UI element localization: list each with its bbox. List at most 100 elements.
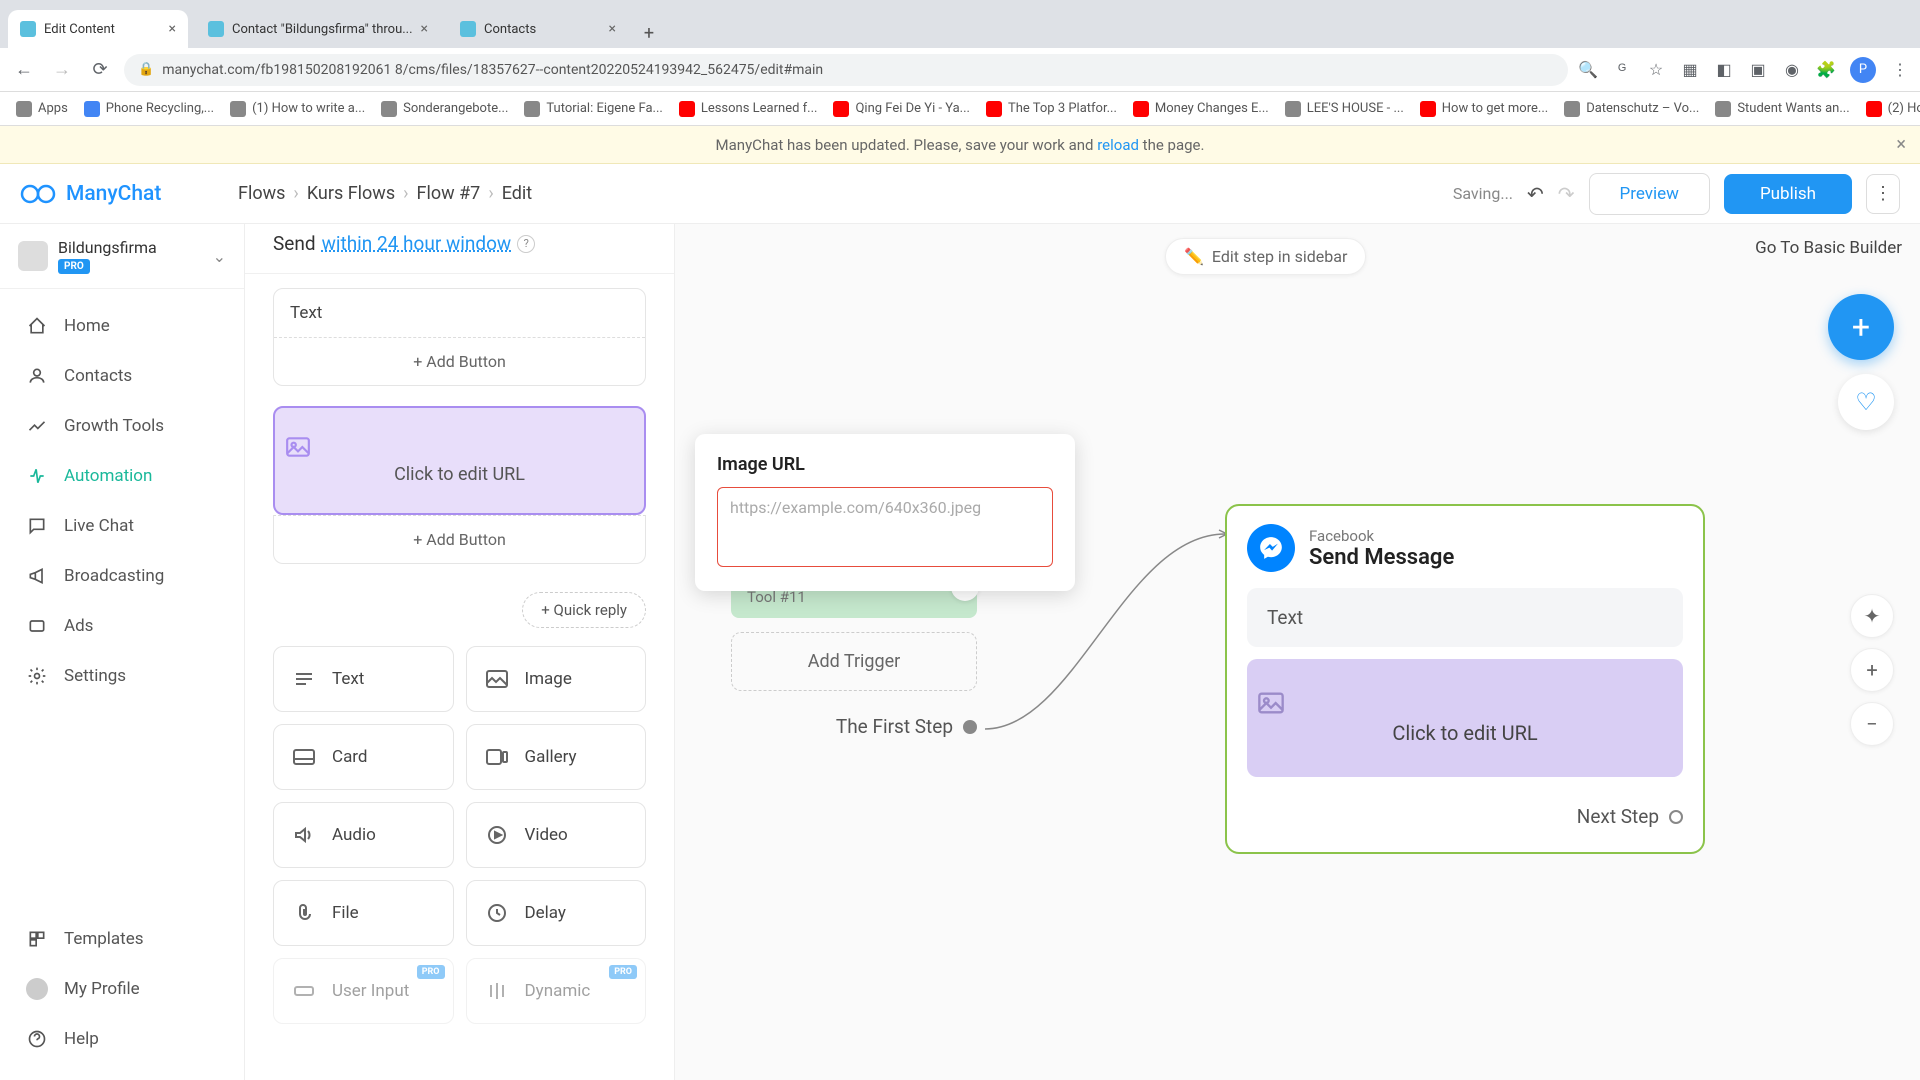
flow-canvas[interactable]: ✏️ Edit step in sidebar Go To Basic Buil… — [675, 224, 1920, 1080]
connection-out-dot[interactable] — [963, 720, 977, 734]
step-label: The First Step — [836, 715, 953, 738]
tile-user-input[interactable]: PROUser Input — [273, 958, 454, 1024]
tile-dynamic[interactable]: PRODynamic — [466, 958, 647, 1024]
tile-delay[interactable]: Delay — [466, 880, 647, 946]
tile-video[interactable]: Video — [466, 802, 647, 868]
bookmark-icon — [833, 101, 849, 117]
sidebar-item-automation[interactable]: Automation — [0, 451, 244, 501]
add-step-fab[interactable]: + — [1828, 294, 1894, 360]
extension-icon[interactable]: ▣ — [1748, 60, 1768, 80]
tile-image[interactable]: Image — [466, 646, 647, 712]
sidebar-item-profile[interactable]: My Profile — [0, 964, 244, 1014]
update-banner: ManyChat has been updated. Please, save … — [0, 126, 1920, 164]
new-tab-button[interactable]: + — [634, 18, 664, 48]
add-button[interactable]: + Add Button — [274, 337, 645, 385]
quick-reply-button[interactable]: + Quick reply — [522, 592, 646, 628]
browser-tab[interactable]: Contact "Bildungsfirma" throu... × — [196, 10, 440, 48]
close-icon[interactable]: × — [609, 21, 616, 37]
goto-basic-link[interactable]: Go To Basic Builder — [1755, 238, 1902, 258]
undo-button[interactable]: ↶ — [1527, 182, 1544, 206]
dynamic-icon — [483, 977, 511, 1005]
back-button[interactable]: ← — [10, 56, 38, 84]
translate-icon[interactable]: ᴳ — [1612, 60, 1632, 80]
add-trigger-button[interactable]: Add Trigger — [731, 632, 977, 691]
breadcrumb-item[interactable]: Kurs Flows — [307, 183, 395, 204]
bookmark-item[interactable]: Money Changes E... — [1127, 97, 1275, 121]
browser-tab-active[interactable]: Edit Content × — [8, 10, 188, 48]
text-block[interactable]: Text + Add Button — [273, 288, 646, 386]
image-block[interactable]: Click to edit URL — [273, 406, 646, 515]
tile-text[interactable]: Text — [273, 646, 454, 712]
extension-icon[interactable]: ▦ — [1680, 60, 1700, 80]
bookmark-item[interactable]: How to get more... — [1414, 97, 1554, 121]
node-text-block[interactable]: Text — [1247, 588, 1683, 647]
logo[interactable]: ManyChat — [20, 176, 238, 212]
add-button[interactable]: + Add Button — [273, 515, 646, 564]
magic-button[interactable]: ✦ — [1850, 594, 1894, 638]
pro-badge: PRO — [417, 965, 445, 979]
tile-audio[interactable]: Audio — [273, 802, 454, 868]
node-image-block[interactable]: Click to edit URL — [1247, 659, 1683, 777]
sidebar-item-contacts[interactable]: Contacts — [0, 351, 244, 401]
bookmark-item[interactable]: LEE'S HOUSE - ... — [1279, 97, 1410, 121]
sidebar-item-settings[interactable]: Settings — [0, 651, 244, 701]
sidebar-item-livechat[interactable]: Live Chat — [0, 501, 244, 551]
bookmark-item[interactable]: Qing Fei De Yi - Ya... — [827, 97, 976, 121]
sidebar-item-help[interactable]: Help — [0, 1014, 244, 1064]
messenger-icon — [1247, 524, 1295, 572]
reload-button[interactable]: ⟳ — [86, 56, 114, 84]
sidebar-item-growth[interactable]: Growth Tools — [0, 401, 244, 451]
tile-card[interactable]: Card — [273, 724, 454, 790]
extension-icon[interactable]: ◧ — [1714, 60, 1734, 80]
star-icon[interactable]: ☆ — [1646, 60, 1666, 80]
breadcrumb-item[interactable]: Flow #7 — [417, 183, 481, 204]
zoom-in-button[interactable]: + — [1850, 648, 1894, 692]
extension-icon[interactable]: ◉ — [1782, 60, 1802, 80]
bookmark-item[interactable]: Datenschutz – Vo... — [1558, 97, 1705, 121]
bookmark-item[interactable]: Lessons Learned f... — [673, 97, 824, 121]
browser-tab[interactable]: Contacts × — [448, 10, 628, 48]
zoom-out-button[interactable]: − — [1850, 702, 1894, 746]
more-button[interactable]: ⋮ — [1866, 174, 1900, 214]
bookmark-item[interactable]: Phone Recycling,... — [78, 97, 220, 121]
menu-icon[interactable]: ⋮ — [1890, 60, 1910, 80]
bookmark-item[interactable]: Student Wants an... — [1709, 97, 1855, 121]
tile-file[interactable]: File — [273, 880, 454, 946]
profile-avatar[interactable]: P — [1850, 57, 1876, 83]
send-message-node[interactable]: Facebook Send Message Text Click to edit… — [1225, 504, 1705, 854]
account-selector[interactable]: Bildungsfirma PRO ⌄ — [0, 224, 244, 289]
bookmark-item[interactable]: Sonderangebote... — [375, 97, 514, 121]
breadcrumb-item[interactable]: Flows — [238, 183, 285, 204]
sidebar-item-ads[interactable]: Ads — [0, 601, 244, 651]
send-window-link[interactable]: within 24 hour window — [322, 232, 512, 255]
sidebar-item-label: Help — [64, 1029, 99, 1049]
bookmark-item[interactable]: (1) How to write a... — [224, 97, 371, 121]
search-icon[interactable]: 🔍 — [1578, 60, 1598, 80]
extensions-icon[interactable]: 🧩 — [1816, 60, 1836, 80]
close-icon[interactable]: × — [421, 21, 428, 37]
connection-out-dot[interactable] — [1669, 810, 1683, 824]
edit-step-sidebar-button[interactable]: ✏️ Edit step in sidebar — [1165, 238, 1366, 275]
image-url-input[interactable] — [717, 487, 1053, 567]
close-icon[interactable]: × — [1896, 134, 1906, 155]
reload-link[interactable]: reload — [1097, 136, 1139, 154]
sidebar-item-home[interactable]: Home — [0, 301, 244, 351]
preview-button[interactable]: Preview — [1589, 173, 1710, 215]
forward-button[interactable]: → — [48, 56, 76, 84]
sidebar-item-broadcasting[interactable]: Broadcasting — [0, 551, 244, 601]
tile-label: Dynamic — [525, 981, 591, 1001]
sidebar-item-templates[interactable]: Templates — [0, 914, 244, 964]
sidebar-item-label: Templates — [64, 929, 144, 949]
bookmark-item[interactable]: (2) How To Add A... — [1860, 97, 1920, 121]
help-icon[interactable]: ? — [517, 235, 535, 253]
tile-gallery[interactable]: Gallery — [466, 724, 647, 790]
publish-button[interactable]: Publish — [1724, 174, 1852, 214]
apps-button[interactable]: Apps — [10, 97, 74, 121]
bookmark-item[interactable]: Tutorial: Eigene Fa... — [518, 97, 668, 121]
close-icon[interactable]: × — [169, 21, 176, 37]
sidebar-item-label: Live Chat — [64, 516, 134, 536]
bookmark-item[interactable]: The Top 3 Platfor... — [980, 97, 1123, 121]
url-input[interactable]: 🔒 manychat.com/fb198150208192061 8/cms/f… — [124, 54, 1568, 86]
favorite-fab[interactable]: ♡ — [1838, 374, 1894, 430]
redo-button[interactable]: ↷ — [1558, 182, 1575, 206]
